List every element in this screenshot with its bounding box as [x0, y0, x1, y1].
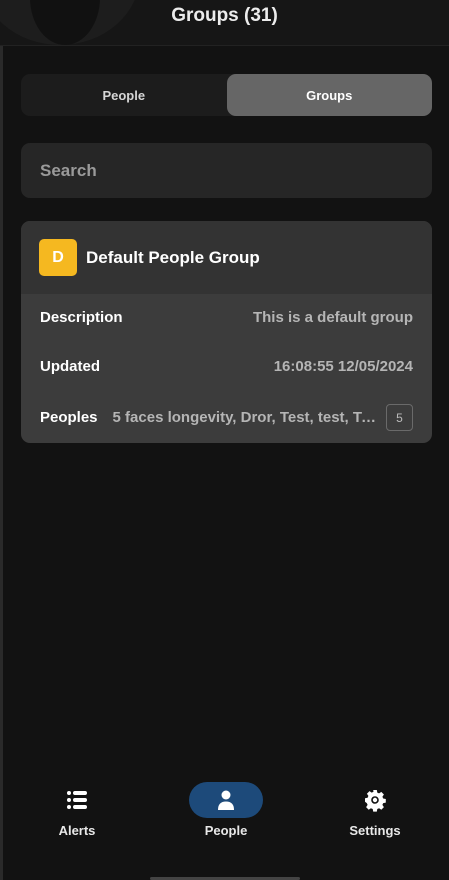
- peoples-value: 5 faces longevity, Dror, Test, test, Tes…: [112, 409, 378, 426]
- left-edge-divider: [0, 0, 3, 880]
- nav-alerts[interactable]: Alerts: [22, 782, 132, 838]
- description-row: Description This is a default group: [40, 309, 413, 326]
- nav-people[interactable]: People: [171, 782, 281, 838]
- gear-icon: [338, 782, 412, 818]
- search-box: [21, 143, 432, 198]
- description-value: This is a default group: [252, 309, 413, 326]
- page-title: Groups (31): [171, 5, 278, 26]
- list-icon: [40, 782, 114, 818]
- segmented-control: People Groups: [21, 74, 432, 116]
- group-name: Default People Group: [86, 247, 260, 267]
- updated-value: 16:08:55 12/05/2024: [273, 358, 413, 375]
- group-card-header: D Default People Group: [21, 221, 432, 294]
- header-bar: Groups (31): [0, 0, 449, 46]
- nav-alerts-label: Alerts: [58, 823, 96, 838]
- tab-groups[interactable]: Groups: [226, 74, 432, 116]
- tab-people[interactable]: People: [21, 74, 227, 116]
- group-card[interactable]: D Default People Group Description This …: [21, 221, 432, 443]
- group-avatar: D: [39, 239, 77, 276]
- person-icon: [189, 782, 263, 818]
- nav-settings-label: Settings: [349, 823, 401, 838]
- search-input[interactable]: [21, 143, 432, 198]
- peoples-row: Peoples 5 faces longevity, Dror, Test, t…: [40, 404, 413, 431]
- peoples-label: Peoples: [40, 409, 98, 426]
- nav-settings[interactable]: Settings: [320, 782, 430, 838]
- peoples-count-badge: 5: [386, 404, 413, 431]
- description-label: Description: [40, 309, 123, 326]
- updated-label: Updated: [40, 358, 100, 375]
- nav-people-label: People: [204, 823, 248, 838]
- updated-row: Updated 16:08:55 12/05/2024: [40, 358, 413, 375]
- bottom-navigation: Alerts People Settings: [0, 770, 449, 880]
